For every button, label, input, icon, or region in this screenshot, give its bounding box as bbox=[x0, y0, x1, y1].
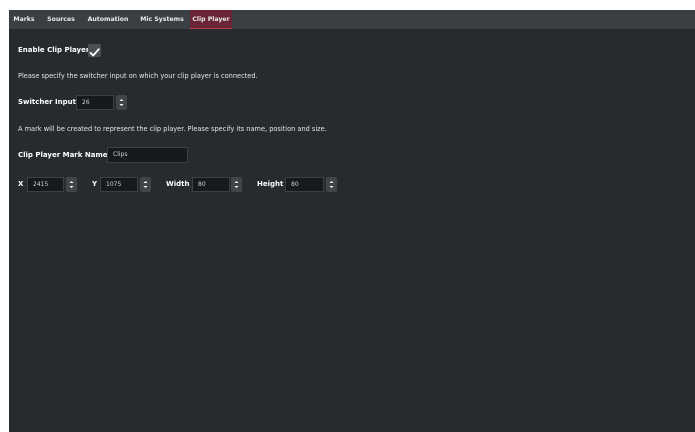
mark-name-label: Clip Player Mark Name bbox=[18, 151, 108, 159]
checkmark-icon bbox=[89, 48, 100, 57]
x-label: X bbox=[18, 180, 24, 188]
enable-clip-player-checkbox[interactable] bbox=[88, 44, 101, 57]
width-field[interactable]: 80 bbox=[192, 177, 230, 192]
x-field[interactable]: 2415 bbox=[27, 177, 64, 192]
switcher-input-stepper[interactable] bbox=[116, 95, 127, 110]
stepper-arrows-icon bbox=[234, 181, 239, 188]
stepper-arrows-icon bbox=[329, 181, 334, 188]
y-label: Y bbox=[92, 180, 98, 188]
clip-player-content: Enable Clip Player Please specify the sw… bbox=[9, 29, 695, 432]
stepper-arrows-icon bbox=[69, 181, 74, 188]
switcher-input-field[interactable]: 26 bbox=[76, 95, 114, 110]
mark-help-text: A mark will be created to represent the … bbox=[18, 125, 327, 133]
y-field[interactable]: 1075 bbox=[100, 177, 138, 192]
y-stepper[interactable] bbox=[140, 177, 151, 192]
height-label: Height bbox=[257, 180, 284, 188]
x-stepper[interactable] bbox=[66, 177, 77, 192]
stepper-arrows-icon bbox=[119, 99, 124, 106]
enable-clip-player-label: Enable Clip Player bbox=[18, 46, 90, 54]
width-stepper[interactable] bbox=[231, 177, 242, 192]
width-label: Width bbox=[166, 180, 190, 188]
height-field[interactable]: 80 bbox=[285, 177, 324, 192]
tab-mic-systems[interactable]: Mic Systems bbox=[135, 10, 189, 29]
switcher-help-text: Please specify the switcher input on whi… bbox=[18, 72, 258, 80]
stepper-arrows-icon bbox=[143, 181, 148, 188]
mark-name-field[interactable]: Clips bbox=[107, 147, 188, 163]
switcher-input-label: Switcher Input bbox=[18, 98, 76, 106]
tab-automation[interactable]: Automation bbox=[82, 10, 134, 29]
clip-player-panel: Marks Sources Automation Mic Systems Cli… bbox=[9, 10, 695, 432]
tab-marks[interactable]: Marks bbox=[9, 10, 39, 29]
height-stepper[interactable] bbox=[326, 177, 337, 192]
tab-clip-player[interactable]: Clip Player bbox=[190, 10, 232, 29]
tab-bar: Marks Sources Automation Mic Systems Cli… bbox=[9, 10, 695, 29]
tab-sources[interactable]: Sources bbox=[41, 10, 81, 29]
